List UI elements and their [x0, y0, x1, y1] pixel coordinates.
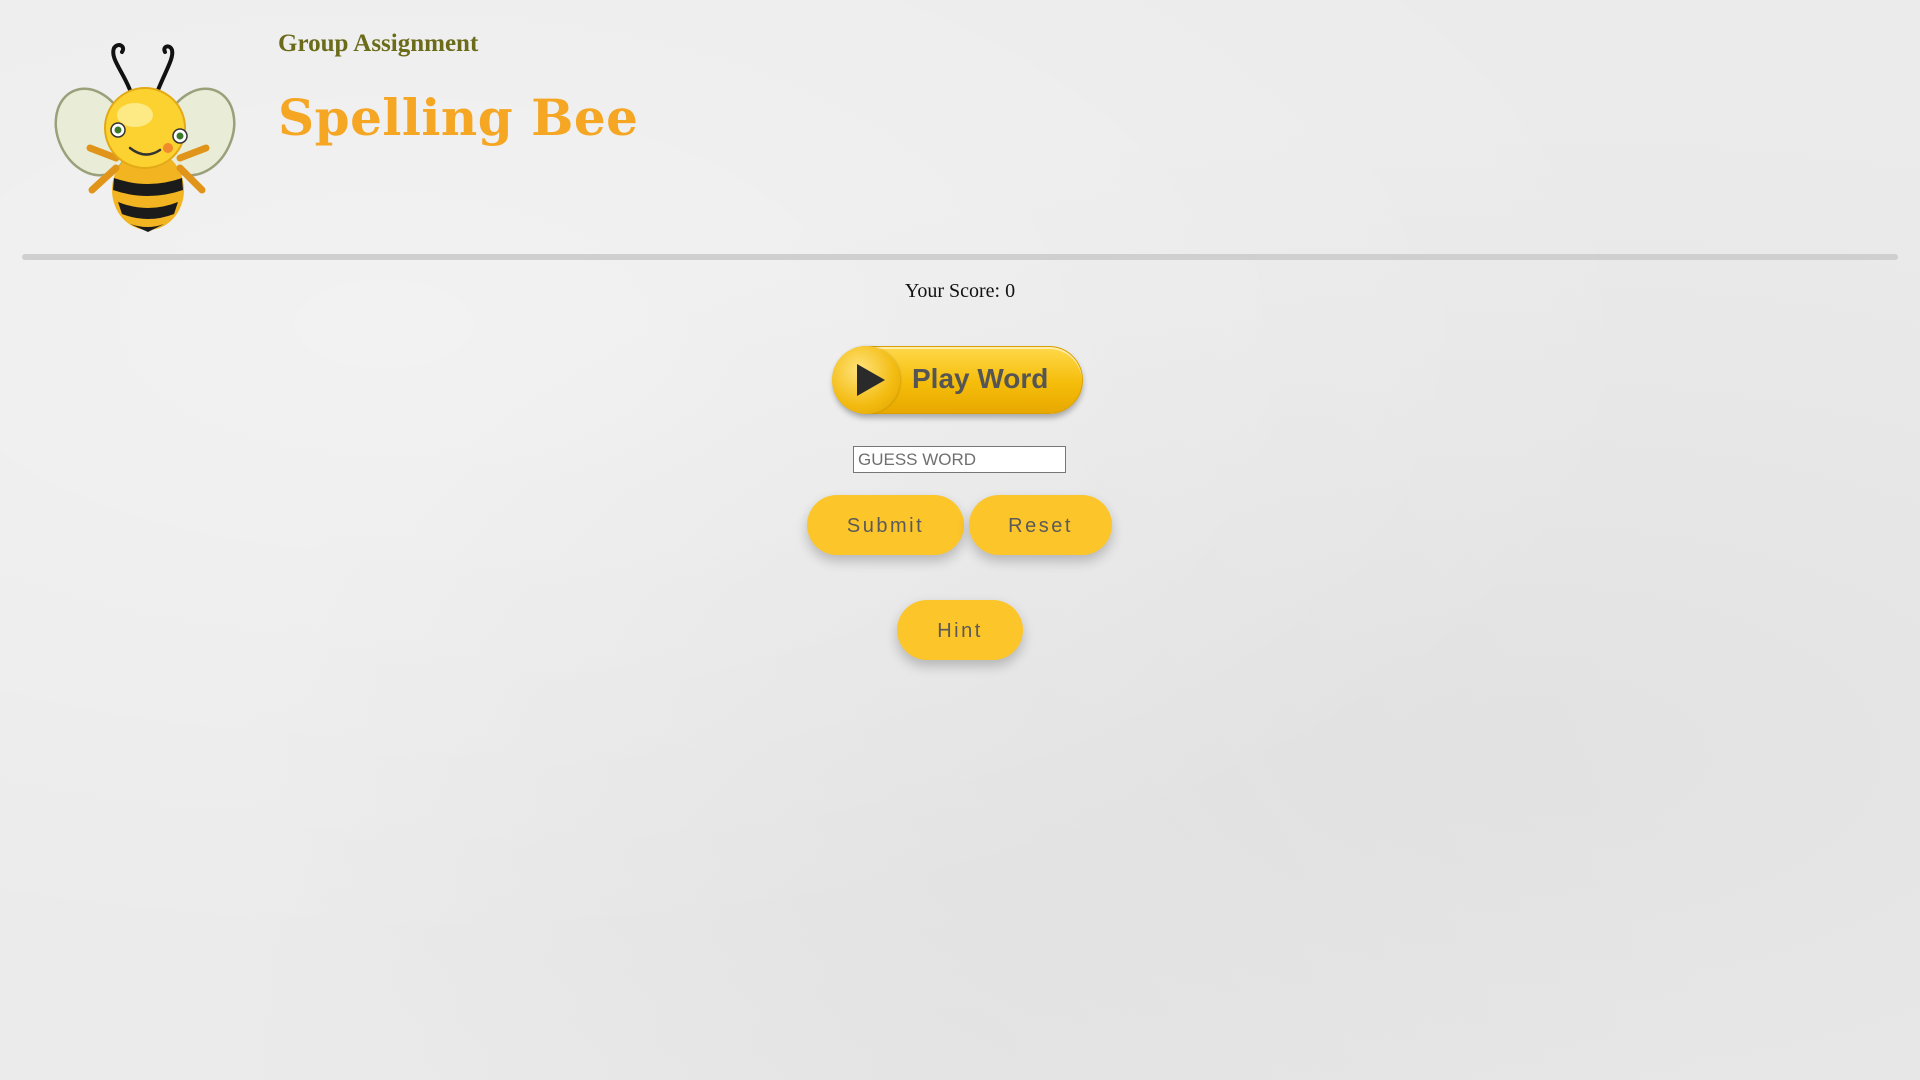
reset-button[interactable]: Reset	[969, 495, 1112, 555]
page-header: Group Assignment Spelling Bee	[0, 0, 1920, 256]
submit-button[interactable]: Submit	[807, 495, 964, 555]
score-display: Your Score: 0	[904, 280, 1016, 302]
play-icon-circle	[832, 346, 900, 414]
page-title: Spelling Bee	[278, 88, 639, 147]
play-word-label: Play Word	[912, 363, 1049, 394]
hint-button[interactable]: Hint	[897, 600, 1023, 660]
bee-mascot-icon	[54, 43, 236, 232]
header-divider	[22, 254, 1898, 260]
guess-word-input[interactable]	[853, 446, 1066, 473]
play-word-button[interactable]: Play Word	[832, 346, 1083, 414]
play-triangle-icon	[857, 364, 885, 396]
subtitle: Group Assignment	[278, 30, 479, 57]
